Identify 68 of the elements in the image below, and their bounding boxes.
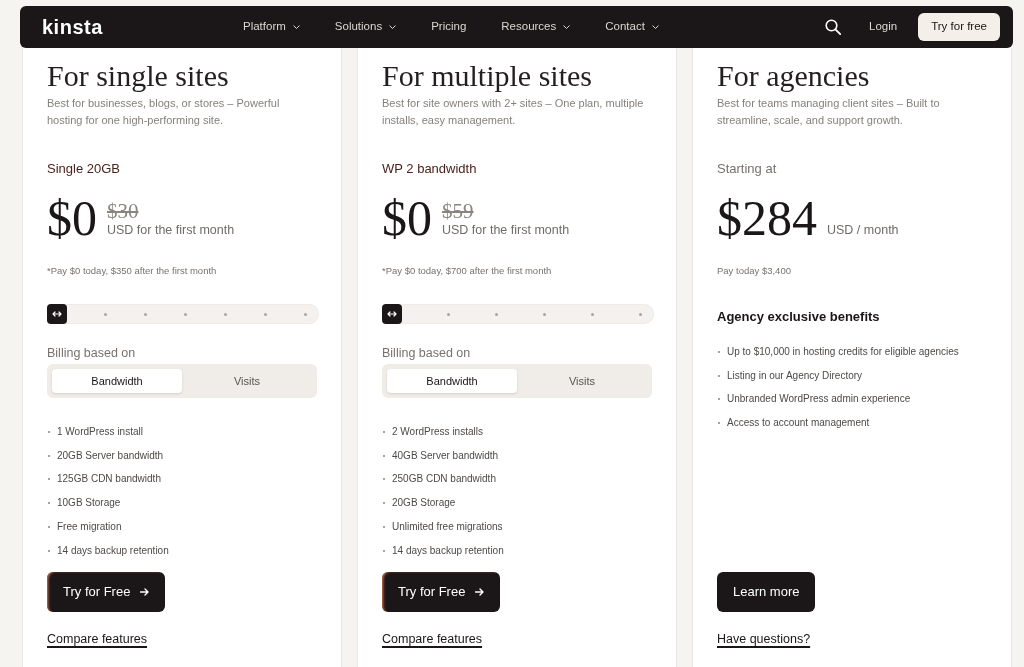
text-link[interactable]: Compare features <box>382 631 483 647</box>
fine-print: *Pay $0 today, $700 after the first month <box>382 265 552 277</box>
plan-name: WP 2 bandwidth <box>382 161 477 177</box>
slider-handle[interactable] <box>47 304 67 324</box>
double-arrow-icon <box>52 311 62 317</box>
billing-label: Billing based on <box>47 345 136 361</box>
feature-text: 250GB CDN bandwidth <box>392 472 496 487</box>
billing-tab[interactable]: Visits <box>517 369 647 393</box>
feature-text: 14 days backup retention <box>57 543 169 558</box>
nav-link[interactable]: Platform <box>243 21 300 33</box>
feature-text: Listing in our Agency Directory <box>727 368 863 383</box>
fine-print: Pay today $3,400 <box>717 265 791 277</box>
plan-description: Best for businesses, blogs, or stores – Powerful hosting for one high-performing site. <box>47 96 281 128</box>
feature-text: 2 WordPress installs <box>392 424 483 439</box>
search-icon[interactable] <box>825 19 842 35</box>
billing-toggle[interactable]: Bandwidth Visits <box>47 364 317 398</box>
text-link[interactable]: Have questions? <box>717 631 811 647</box>
original-price: $59 <box>442 200 474 222</box>
double-arrow-icon <box>387 311 397 317</box>
feature-text: Up to $10,000 in hosting credits for eligible agencies <box>727 344 959 359</box>
plan-name: Single 20GB <box>47 161 120 177</box>
original-price: $30 <box>107 200 139 222</box>
feature-text: Unbranded WordPress admin experience <box>727 392 911 407</box>
feature-text: 20GB Server bandwidth <box>57 448 164 463</box>
price: $284 <box>717 193 817 243</box>
plan-description: Best for site owners with 2+ sites – One plan, multiple installs, easy management. <box>382 96 645 128</box>
price-label: Starting at <box>717 161 777 177</box>
slider-handle[interactable] <box>382 304 402 324</box>
cta-button[interactable]: Learn more <box>717 572 816 612</box>
price-term: USD for the first month <box>442 222 570 238</box>
feature-text: Unlimited free migrations <box>392 520 503 535</box>
fine-print: *Pay $0 today, $350 after the first month <box>47 265 217 277</box>
arrow-right-icon <box>140 588 150 596</box>
slider-track[interactable] <box>382 304 654 324</box>
billing-toggle[interactable]: Bandwidth Visits <box>382 364 652 398</box>
cta-button[interactable]: Try for Free <box>47 572 166 612</box>
login-link[interactable]: Login <box>869 21 898 33</box>
text-link[interactable]: Compare features <box>47 631 148 647</box>
arrow-right-icon <box>475 588 485 596</box>
plan-description: Best for teams managing client sites – Built to streamline, scale, and support growth. <box>717 96 941 128</box>
billing-tab[interactable]: Visits <box>182 369 312 393</box>
feature-text: 1 WordPress install <box>57 424 143 439</box>
nav-link[interactable]: Solutions <box>334 21 397 33</box>
price-term: USD / month <box>827 222 899 238</box>
nav-link[interactable]: Contact <box>605 21 659 33</box>
feature-text: 20GB Storage <box>392 496 456 511</box>
cta-button[interactable]: Try for Free <box>382 572 501 612</box>
nav-link[interactable]: Pricing <box>431 21 467 33</box>
feature-text: Free migration <box>57 520 122 535</box>
price: $0 <box>47 193 97 243</box>
feature-text: 14 days backup retention <box>392 543 504 558</box>
logo[interactable]: kinsta <box>42 17 103 37</box>
feature-text: 125GB CDN bandwidth <box>57 472 161 487</box>
nav-link[interactable]: Resources <box>501 21 571 33</box>
price: $0 <box>382 193 432 243</box>
billing-label: Billing based on <box>382 345 471 361</box>
feature-text: 10GB Storage <box>57 496 121 511</box>
benefits-heading: Agency exclusive benefits <box>717 309 880 325</box>
price-term: USD for the first month <box>107 222 235 238</box>
plan-title: For agencies <box>717 60 870 92</box>
feature-text: Access to account management <box>727 416 870 431</box>
feature-text: 40GB Server bandwidth <box>392 448 499 463</box>
plan-title: For single sites <box>47 60 229 92</box>
try-for-free-button[interactable]: Try for free <box>918 13 1000 41</box>
billing-tab[interactable]: Bandwidth <box>387 369 517 393</box>
slider-track[interactable] <box>47 304 319 324</box>
billing-tab[interactable]: Bandwidth <box>52 369 182 393</box>
plan-title: For multiple sites <box>382 60 592 92</box>
